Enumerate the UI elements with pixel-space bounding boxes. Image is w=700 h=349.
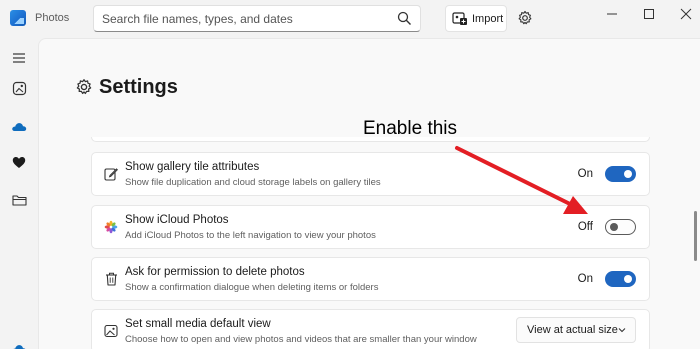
maximize-icon[interactable] <box>641 7 657 21</box>
setting-description: Choose how to open and view photos and v… <box>125 334 477 345</box>
toggle-state-label: On <box>577 168 593 180</box>
search-placeholder: Search file names, types, and dates <box>102 12 293 26</box>
gallery-icon[interactable] <box>9 78 29 98</box>
edit-icon <box>103 166 119 182</box>
annotation-text: Enable this <box>363 118 458 139</box>
folder-icon[interactable] <box>9 190 29 210</box>
photos-app-icon <box>10 10 26 26</box>
toggle-state-label: Off <box>577 221 593 233</box>
close-icon[interactable] <box>678 7 694 21</box>
toggle-state-label: On <box>577 273 593 285</box>
setting-small-media-view: Set small media default view Choose how … <box>91 309 650 349</box>
setting-description: Add iCloud Photos to the left navigation… <box>125 230 376 241</box>
import-icon <box>452 12 467 25</box>
setting-title: Ask for permission to delete photos <box>125 266 305 278</box>
icloud-photos-toggle[interactable] <box>605 219 636 235</box>
settings-gear-icon[interactable] <box>517 10 533 26</box>
title-bar: Photos Search file names, types, and dat… <box>0 0 700 38</box>
setting-title: Set small media default view <box>125 318 271 330</box>
delete-permission-toggle[interactable] <box>605 271 636 287</box>
setting-gallery-tile-attributes: Show gallery tile attributes Show file d… <box>91 152 650 196</box>
image-icon <box>103 323 119 339</box>
setting-icloud-photos: Show iCloud Photos Add iCloud Photos to … <box>91 205 650 249</box>
import-button[interactable]: Import <box>445 5 507 32</box>
icloud-photos-icon <box>103 219 119 235</box>
search-input[interactable]: Search file names, types, and dates <box>93 5 421 32</box>
dropdown-selected-value: View at actual size <box>527 324 618 336</box>
onedrive-icon[interactable] <box>9 116 29 136</box>
menu-icon[interactable] <box>9 48 29 68</box>
import-label: Import <box>472 13 504 25</box>
gallery-tile-attributes-toggle[interactable] <box>605 166 636 182</box>
scrollbar[interactable] <box>694 211 697 261</box>
favorites-heart-icon[interactable] <box>9 152 29 172</box>
setting-title: Show gallery tile attributes <box>125 161 260 173</box>
setting-delete-permission: Ask for permission to delete photos Show… <box>91 257 650 301</box>
setting-description: Show a confirmation dialogue when deleti… <box>125 282 379 293</box>
settings-page: Settings Show gallery tile attributes Sh… <box>38 38 700 349</box>
chevron-down-icon <box>618 328 626 333</box>
small-media-view-dropdown[interactable]: View at actual size <box>516 317 636 343</box>
search-icon[interactable] <box>397 11 412 26</box>
settings-gear-icon <box>76 79 92 95</box>
minimize-icon[interactable] <box>604 7 620 21</box>
setting-title: Show iCloud Photos <box>125 214 229 226</box>
setting-description: Show file duplication and cloud storage … <box>125 177 381 188</box>
navigation-rail <box>0 38 38 349</box>
onedrive-bottom-icon[interactable] <box>9 338 29 349</box>
app-title: Photos <box>35 12 70 24</box>
page-title: Settings <box>99 76 178 98</box>
trash-icon <box>103 271 119 287</box>
